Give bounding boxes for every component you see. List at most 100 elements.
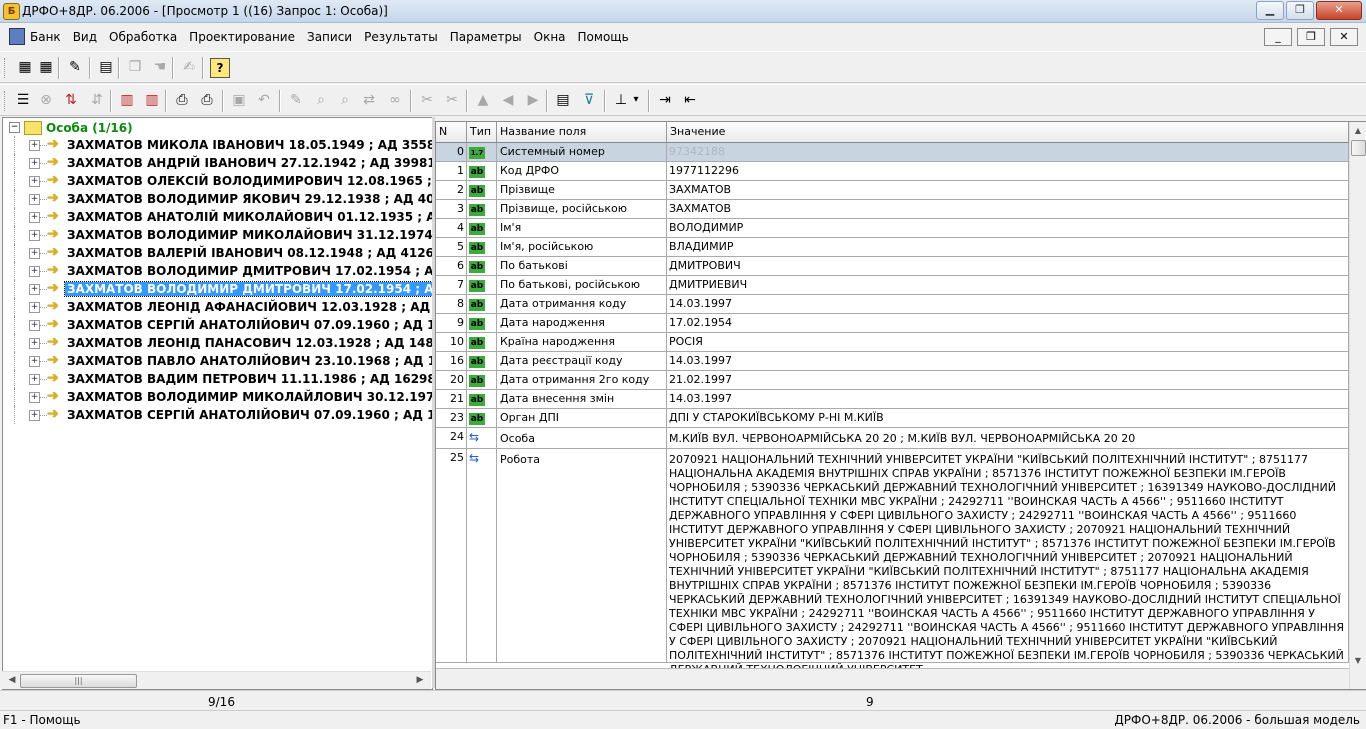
grid-vertical-scrollbar[interactable]: ▲ ▼: [1349, 122, 1366, 689]
tree-row[interactable]: + ➔ ЗАХМАТОВ ВОЛОДИМИР МИКОЛАЙЛОВИЧ 30.12.…: [3, 388, 432, 406]
toolbar-grip[interactable]: [4, 58, 8, 78]
menu-item[interactable]: Банк: [30, 30, 61, 44]
next-icon[interactable]: ▶: [524, 91, 542, 109]
book-edit-icon[interactable]: ▥: [143, 91, 161, 109]
menu-item[interactable]: Вид: [73, 30, 97, 44]
grid-row[interactable]: 1 ab Код ДРФО 1977112296: [436, 162, 1349, 181]
cell-value[interactable]: ВЛАДИМИР: [667, 238, 1349, 256]
prev-icon[interactable]: ◀: [499, 91, 517, 109]
menu-item[interactable]: Результаты: [364, 30, 438, 44]
tree-row[interactable]: + ➔ ЗАХМАТОВ АНАТОЛІЙ МИКОЛАЙОВИЧ 01.12.19…: [3, 208, 432, 226]
edit-chart-icon[interactable]: ✎: [66, 58, 84, 76]
export-icon[interactable]: ⇥: [656, 91, 674, 109]
grid-row[interactable]: 20 ab Дата отримання 2го коду 21.02.1997: [436, 371, 1349, 390]
scroll-right-icon[interactable]: ▶: [412, 674, 428, 687]
edit-doc-icon[interactable]: ✍: [180, 58, 198, 76]
tree-row[interactable]: + ➔ ЗАХМАТОВ ВАЛЕРІЙ ІВАНОВИЧ 08.12.1948 ;…: [3, 244, 432, 262]
col-header-n[interactable]: N: [436, 122, 467, 142]
col-header-type[interactable]: Тип: [467, 122, 497, 142]
grid-row[interactable]: 5 ab Ім'я, російською ВЛАДИМИР: [436, 238, 1349, 257]
help-icon[interactable]: ?: [210, 58, 230, 78]
hand-icon[interactable]: ☚: [151, 58, 169, 76]
open-bank-icon[interactable]: ▦: [16, 58, 34, 76]
grid-row[interactable]: 16 ab Дата реєстрації коду 14.03.1997: [436, 352, 1349, 371]
mdi-close-button[interactable]: ✕: [1330, 28, 1358, 46]
sort-az-icon[interactable]: ⇅: [62, 91, 80, 109]
cancel-icon[interactable]: ⊗: [37, 91, 55, 109]
tree-row[interactable]: + ➔ ЗАХМАТОВ ВОЛОДИМИР ЯКОВИЧ 29.12.1938 ;…: [3, 190, 432, 208]
cell-value[interactable]: 1977112296: [667, 162, 1349, 180]
tree-horizontal-scrollbar[interactable]: ◀ ||| ▶: [2, 671, 431, 689]
cut-icon[interactable]: ✂: [443, 91, 461, 109]
col-header-value[interactable]: Значение: [667, 122, 1349, 142]
menu-item[interactable]: Окна: [534, 30, 566, 44]
first-icon[interactable]: ▲: [474, 91, 492, 109]
tree-row[interactable]: + ➔ ЗАХМАТОВ ОЛЕКСІЙ ВОЛОДИМИРОВИЧ 12.08.1…: [3, 172, 432, 190]
dropdown-icon[interactable]: ▾: [632, 91, 640, 109]
import-icon[interactable]: ⇤: [681, 91, 699, 109]
toolbar-grip[interactable]: [4, 91, 8, 111]
grid-row[interactable]: 24 ⇆ Особа М.КИЇВ ВУЛ. ЧЕРВОНОАРМІЙСЬКА 20 …: [436, 428, 1349, 449]
view-bank-icon[interactable]: ▦: [37, 58, 55, 76]
collapse-icon[interactable]: −: [9, 122, 20, 133]
grid-row[interactable]: 4 ab Ім'я ВОЛОДИМИР: [436, 219, 1349, 238]
new-record-icon[interactable]: ✎: [287, 91, 305, 109]
cell-value[interactable]: 97342188: [667, 143, 1349, 161]
scroll-left-icon[interactable]: ◀: [4, 674, 20, 687]
undo-icon[interactable]: ↶: [255, 91, 273, 109]
grid-row[interactable]: 6 ab По батькові ДМИТРОВИЧ: [436, 257, 1349, 276]
print-preview-icon[interactable]: ⎙: [198, 91, 216, 109]
grid-row[interactable]: 23 ab Орган ДПІ ДПІ У СТАРОКИЇВСЬКОМУ Р-НІ …: [436, 409, 1349, 428]
find-icon[interactable]: ⌕: [312, 91, 330, 109]
menu-item[interactable]: Записи: [307, 30, 352, 44]
book-red-icon[interactable]: ▥: [118, 91, 136, 109]
filter-icon[interactable]: ⊽: [580, 91, 598, 109]
cell-value[interactable]: 14.03.1997: [667, 352, 1349, 370]
tree-row[interactable]: + ➔ ЗАХМАТОВ СЕРГІЙ АНАТОЛІЙОВИЧ 07.09.196…: [3, 316, 432, 334]
tree-row[interactable]: + ➔ ЗАХМАТОВ СЕРГІЙ АНАТОЛІЙОВИЧ 07.09.196…: [3, 406, 432, 424]
menu-item[interactable]: Проектирование: [189, 30, 295, 44]
menu-item[interactable]: Параметры: [450, 30, 522, 44]
scroll-up-icon[interactable]: ▲: [1351, 124, 1365, 138]
cell-value[interactable]: ВОЛОДИМИР: [667, 219, 1349, 237]
cell-value[interactable]: 21.02.1997: [667, 371, 1349, 389]
tree-row[interactable]: + ➔ ЗАХМАТОВ ЛЕОНІД АФАНАСІЙОВИЧ 12.03.192…: [3, 298, 432, 316]
cell-value[interactable]: 2070921 НАЦІОНАЛЬНИЙ ТЕХНІЧНИЙ УНІВЕРСИТ…: [667, 449, 1349, 676]
tree-row[interactable]: + ➔ ЗАХМАТОВ ВОЛОДИМИР ДМИТРОВИЧ 17.02.195…: [3, 262, 432, 280]
find-next-icon[interactable]: ⌕: [336, 91, 354, 109]
grid-row[interactable]: 21 ab Дата внесення змін 14.03.1997: [436, 390, 1349, 409]
grid-row[interactable]: 3 ab Прізвище, російською ЗАХМАТОВ: [436, 200, 1349, 219]
grid-row[interactable]: 9 ab Дата народження 17.02.1954: [436, 314, 1349, 333]
cell-value[interactable]: М.КИЇВ ВУЛ. ЧЕРВОНОАРМІЙСЬКА 20 20 ; М.К…: [667, 428, 1349, 448]
cell-value[interactable]: ДПІ У СТАРОКИЇВСЬКОМУ Р-НІ М.КИЇВ: [667, 409, 1349, 427]
tree-row[interactable]: + ➔ ЗАХМАТОВ ПАВЛО АНАТОЛІЙОВИЧ 23.10.1968…: [3, 352, 432, 370]
close-button[interactable]: ✕: [1316, 1, 1362, 20]
grid-row[interactable]: 7 ab По батькові, російською ДМИТРИЕВИЧ: [436, 276, 1349, 295]
print-icon[interactable]: ⎙: [173, 91, 191, 109]
menu-item[interactable]: Обработка: [109, 30, 177, 44]
maximize-button[interactable]: ❐: [1286, 1, 1314, 20]
cell-value[interactable]: 14.03.1997: [667, 390, 1349, 408]
mdi-minimize-button[interactable]: _: [1264, 28, 1292, 46]
cell-value[interactable]: 14.03.1997: [667, 295, 1349, 313]
tree-row[interactable]: + ➔ ЗАХМАТОВ АНДРІЙ ІВАНОВИЧ 27.12.1942 ; …: [3, 154, 432, 172]
link-icon[interactable]: ∞: [386, 91, 404, 109]
cell-value[interactable]: ДМИТРОВИЧ: [667, 257, 1349, 275]
report-icon[interactable]: ▤: [97, 58, 115, 76]
tree-row[interactable]: + ➔ ЗАХМАТОВ ЛЕОНІД ПАНАСОВИЧ 12.03.1928 ;…: [3, 334, 432, 352]
copy-icon[interactable]: ❐: [126, 58, 144, 76]
tree-icon[interactable]: ⊥: [612, 91, 630, 109]
replace-icon[interactable]: ⇄: [360, 91, 378, 109]
scroll-thumb[interactable]: [1351, 140, 1366, 156]
grid-row[interactable]: 10 ab Країна народження РОСІЯ: [436, 333, 1349, 352]
mdi-restore-button[interactable]: ❐: [1297, 28, 1325, 46]
app-icon[interactable]: Б: [3, 3, 20, 20]
properties-icon[interactable]: ▤: [554, 91, 572, 109]
minimize-button[interactable]: ▁: [1256, 1, 1284, 20]
save-icon[interactable]: ▣: [230, 91, 248, 109]
cell-value[interactable]: 17.02.1954: [667, 314, 1349, 332]
tree-row[interactable]: + ➔ ЗАХМАТОВ ВАДИМ ПЕТРОВИЧ 11.11.1986 ; А…: [3, 370, 432, 388]
cell-value[interactable]: ЗАХМАТОВ: [667, 200, 1349, 218]
cell-value[interactable]: ДМИТРИЕВИЧ: [667, 276, 1349, 294]
tree-root[interactable]: − Особа (1/16): [9, 119, 133, 136]
